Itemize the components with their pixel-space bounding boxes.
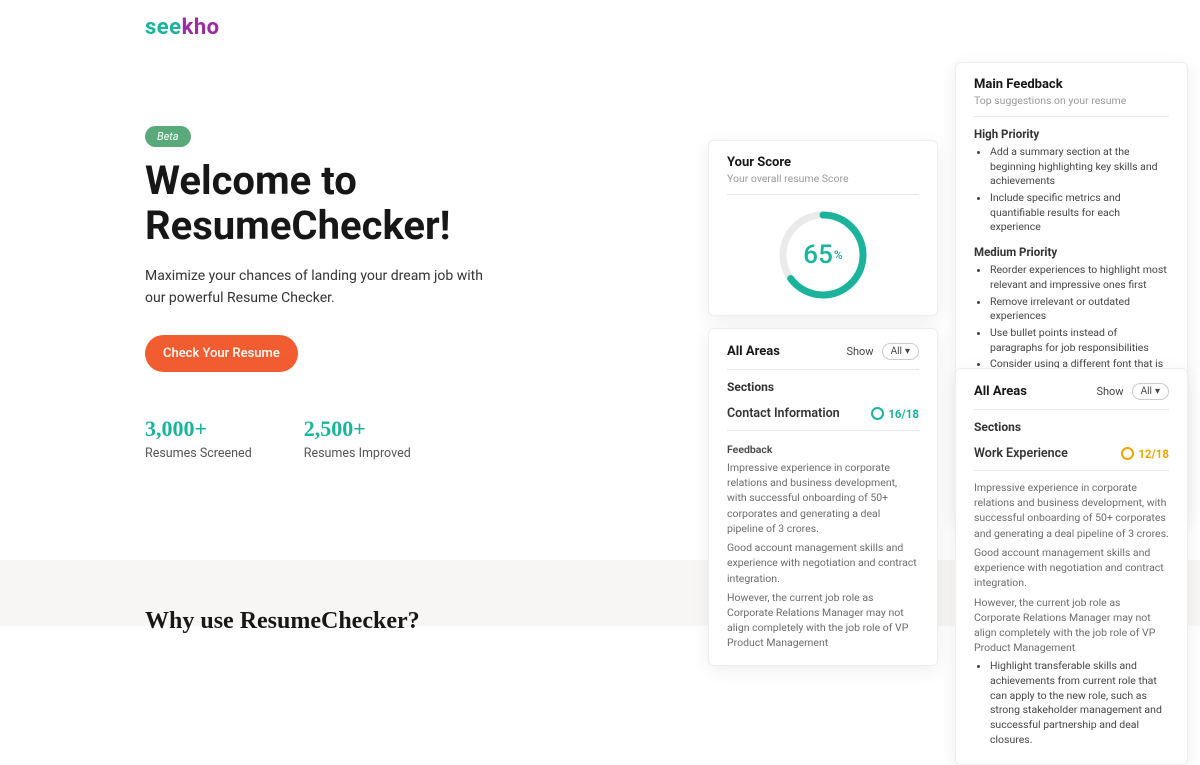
areas-title: All Areas <box>974 384 1027 399</box>
list-item: Remove irrelevant or outdated experience… <box>990 295 1169 324</box>
sections-label: Sections <box>974 420 1169 434</box>
stat-screened: 3,000+ Resumes Screened <box>145 416 252 461</box>
header: seekho <box>0 0 1200 55</box>
warn-ring-icon <box>1121 447 1134 460</box>
logo-part-see: see <box>145 15 182 40</box>
divider <box>974 116 1169 117</box>
section-score: 12/18 <box>1121 447 1169 461</box>
title-line-1: Welcome to <box>145 157 357 204</box>
list-item: Reorder experiences to highlight most re… <box>990 263 1169 292</box>
stat-value: 3,000+ <box>145 416 252 442</box>
feedback-text: However, the current job role as Corpora… <box>974 595 1169 656</box>
filter-dropdown[interactable]: All ▾ <box>1132 383 1169 400</box>
suggestion-list: Highlight transferable skills and achiev… <box>974 659 1169 747</box>
title-line-2: ResumeChecker! <box>145 202 451 249</box>
chevron-down-icon: ▾ <box>1155 386 1160 397</box>
score-gauge: 65% <box>777 209 869 301</box>
feedback-text: Good account management skills and exper… <box>974 545 1169 591</box>
priority-high: High Priority <box>974 127 1169 141</box>
sections-label: Sections <box>727 380 919 394</box>
show-label: Show <box>846 345 873 358</box>
divider <box>727 369 919 370</box>
section-name: Contact Information <box>727 406 840 421</box>
divider <box>727 194 919 195</box>
stat-label: Resumes Screened <box>145 446 252 461</box>
chevron-down-icon: ▾ <box>905 346 910 357</box>
list-item: Include specific metrics and quantifiabl… <box>990 191 1169 235</box>
stat-value: 2,500+ <box>304 416 411 442</box>
check-resume-button[interactable]: Check Your Resume <box>145 335 298 372</box>
list-item: Highlight transferable skills and achiev… <box>990 659 1169 747</box>
list-item: Use bullet points instead of paragraphs … <box>990 326 1169 355</box>
filter-dropdown[interactable]: All ▾ <box>882 343 919 360</box>
check-ring-icon <box>871 407 884 420</box>
priority-medium: Medium Priority <box>974 245 1169 259</box>
areas-card-contact: All Areas Show All ▾ Sections Contact In… <box>708 328 938 666</box>
section-name: Work Experience <box>974 446 1068 461</box>
stat-label: Resumes Improved <box>304 446 411 461</box>
logo[interactable]: seekho <box>145 15 1200 40</box>
feedback-title: Main Feedback <box>974 77 1169 92</box>
areas-card-work: All Areas Show All ▾ Sections Work Exper… <box>955 368 1188 765</box>
feedback-label: Feedback <box>727 443 919 456</box>
score-sub: Your overall resume Score <box>727 172 919 185</box>
divider <box>974 409 1169 410</box>
show-label: Show <box>1096 385 1123 398</box>
feedback-text: However, the current job role as Corpora… <box>727 590 919 651</box>
score-title: Your Score <box>727 155 919 170</box>
logo-part-ho: ho <box>194 15 220 40</box>
feedback-text: Good account management skills and exper… <box>727 540 919 586</box>
beta-badge: Beta <box>145 126 191 147</box>
areas-title: All Areas <box>727 344 780 359</box>
page-subhead: Maximize your chances of landing your dr… <box>145 265 505 310</box>
list-item: Add a summary section at the beginning h… <box>990 145 1169 189</box>
feedback-text: Impressive experience in corporate relat… <box>727 460 919 536</box>
feedback-text: Impressive experience in corporate relat… <box>974 480 1169 541</box>
score-card: Your Score Your overall resume Score 65% <box>708 140 938 316</box>
feedback-sub: Top suggestions on your resume <box>974 94 1169 107</box>
divider <box>727 430 919 431</box>
divider <box>974 470 1169 471</box>
score-value: 65% <box>777 209 869 301</box>
priority-high-list: Add a summary section at the beginning h… <box>974 145 1169 235</box>
section-score: 16/18 <box>871 407 919 421</box>
stat-improved: 2,500+ Resumes Improved <box>304 416 411 461</box>
logo-part-k: k <box>182 15 194 40</box>
